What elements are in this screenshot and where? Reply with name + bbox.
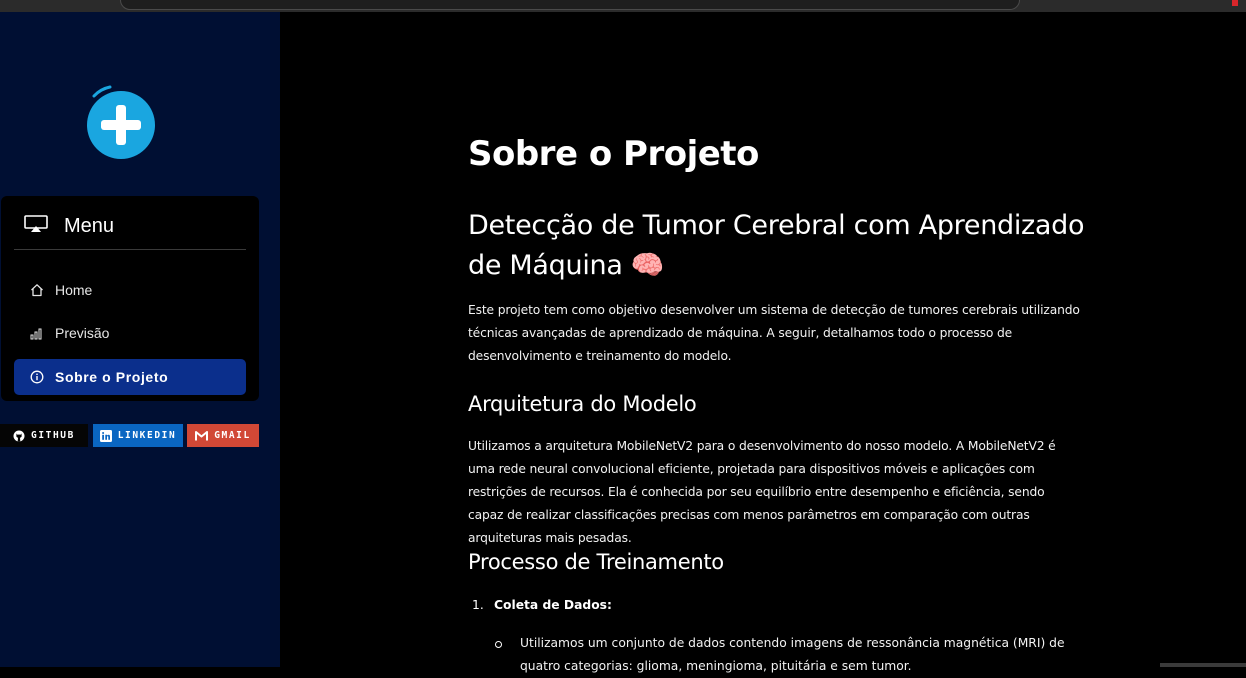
page-title: Sobre o Projeto [468, 134, 759, 174]
bar-chart-icon [30, 326, 44, 340]
list-item-title: Coleta de Dados: [494, 598, 612, 612]
browser-indicator [1232, 0, 1238, 6]
sidebar-item-label: Sobre o Projeto [55, 369, 169, 385]
sidebar-item-label: Home [55, 282, 93, 298]
sidebar-item-sobre-o-projeto[interactable]: Sobre o Projeto [14, 359, 246, 395]
navigation-menu: Menu Home Previsão Sobre o Projeto [1, 196, 259, 401]
house-icon [30, 283, 44, 297]
info-circle-icon [30, 370, 44, 384]
sidebar-item-home[interactable]: Home [14, 272, 246, 308]
browser-chrome [0, 0, 1246, 12]
gmail-badge[interactable]: GMAIL [187, 424, 259, 447]
github-badge-label: GITHUB [31, 430, 75, 441]
cast-icon [24, 215, 48, 237]
sidebar: Menu Home Previsão Sobre o Projeto GITHU… [0, 12, 280, 667]
menu-title: Menu [64, 214, 115, 237]
menu-header: Menu [24, 212, 114, 240]
github-badge[interactable]: GITHUB [0, 424, 88, 447]
address-bar[interactable] [120, 0, 1020, 10]
app-logo-plus-icon [86, 82, 166, 162]
sidebar-item-label: Previsão [55, 325, 110, 341]
architecture-heading: Arquitetura do Modelo [468, 392, 697, 416]
project-heading: Detecção de Tumor Cerebral com Aprendiza… [468, 210, 1085, 281]
linkedin-icon [99, 429, 112, 442]
list-item: Utilizamos um conjunto de dados contendo… [520, 636, 1065, 673]
training-heading: Processo de Treinamento [468, 550, 724, 574]
linkedin-badge-label: LINKEDIN [117, 430, 177, 441]
gmail-badge-label: GMAIL [214, 430, 251, 441]
linkedin-badge[interactable]: LINKEDIN [93, 424, 183, 447]
menu-divider [14, 249, 246, 250]
gmail-icon [195, 430, 209, 441]
github-icon [13, 430, 25, 442]
bottom-corner-tab [1160, 663, 1246, 667]
intro-paragraph: Este projeto tem como objetivo desenvolv… [468, 303, 1080, 363]
list-bullet [495, 641, 502, 648]
architecture-paragraph: Utilizamos a arquitetura MobileNetV2 par… [468, 439, 1056, 545]
list-number: 1. [472, 598, 484, 612]
sidebar-item-previsao[interactable]: Previsão [14, 315, 246, 351]
